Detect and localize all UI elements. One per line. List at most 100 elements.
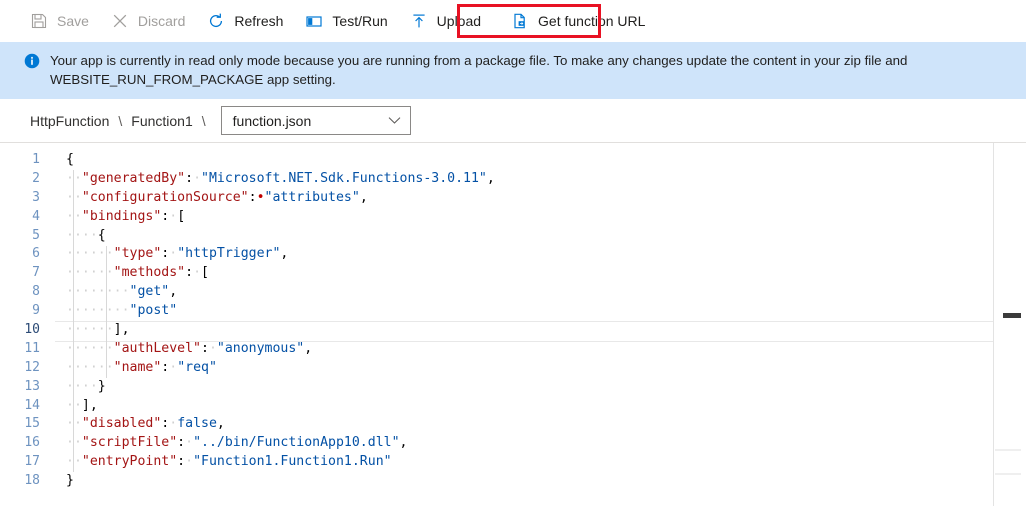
discard-button[interactable]: Discard xyxy=(107,5,194,37)
breadcrumb-separator-1: \ xyxy=(118,112,123,129)
token-key: "methods" xyxy=(113,265,186,281)
code-line[interactable]: 17··"entryPoint":·"Function1.Function1.R… xyxy=(0,453,1026,472)
token-ws: · xyxy=(169,246,178,262)
line-number: 9 xyxy=(32,303,40,319)
token-ws: · xyxy=(169,208,178,224)
code-line[interactable]: 5 ····{ xyxy=(0,227,1026,246)
code-line[interactable]: 11 ······"authLevel":·"anonymous", xyxy=(0,340,1026,359)
file-select-dropdown[interactable]: function.json xyxy=(220,106,411,135)
upload-button[interactable]: Upload xyxy=(406,5,490,37)
token-ws: ········ xyxy=(66,303,130,319)
token-str: "../bin/FunctionApp10.dll" xyxy=(193,435,400,451)
code-line[interactable]: 6 ······"type":·"httpTrigger", xyxy=(0,245,1026,264)
code-line[interactable]: 8 ········"get", xyxy=(0,283,1026,302)
file-select-value: function.json xyxy=(232,112,312,129)
token-ws: · xyxy=(169,416,178,432)
vertical-scrollbar-thumb[interactable] xyxy=(1003,313,1021,318)
code-line[interactable]: 3 ··"configurationSource":•"attributes", xyxy=(0,189,1026,208)
line-number: 15 xyxy=(24,416,40,432)
line-number: 17 xyxy=(24,454,40,470)
token-str: "get" xyxy=(129,284,170,300)
breadcrumb-function-name[interactable]: Function1 xyxy=(131,113,192,129)
token-str: "post" xyxy=(129,303,178,319)
editor-right-divider xyxy=(993,143,994,506)
line-number: 18 xyxy=(24,473,40,489)
line-number: 14 xyxy=(24,397,40,413)
save-button[interactable]: Save xyxy=(26,5,98,37)
code-line[interactable]: 18} xyxy=(0,472,1026,491)
token-str: "attributes" xyxy=(264,189,360,205)
test-run-button[interactable]: Test/Run xyxy=(301,5,396,37)
test-run-icon xyxy=(304,11,324,31)
token-pun: [ xyxy=(177,208,186,224)
code-line[interactable]: 4··"bindings":·[ xyxy=(0,208,1026,227)
token-ws: · xyxy=(185,454,194,470)
discard-icon xyxy=(110,11,130,31)
refresh-icon xyxy=(206,11,226,31)
line-content: { xyxy=(46,151,74,170)
token-pun: } xyxy=(97,378,106,394)
token-ws: · xyxy=(193,265,202,281)
token-pun: } xyxy=(66,473,74,489)
token-ws: · xyxy=(193,170,202,186)
code-line[interactable]: 13 ····} xyxy=(0,378,1026,397)
code-lines[interactable]: 1{2··"generatedBy":·"Microsoft.NET.Sdk.F… xyxy=(0,143,1026,491)
test-run-label: Test/Run xyxy=(332,13,388,29)
upload-label: Upload xyxy=(436,13,482,29)
token-key: "authLevel" xyxy=(113,340,201,356)
token-key: "type" xyxy=(113,246,162,262)
indent-guide xyxy=(73,169,74,473)
token-pun: : xyxy=(185,265,194,281)
minimap-band-upper xyxy=(995,449,1021,451)
line-content: ··"scriptFile":·"../bin/FunctionApp10.dl… xyxy=(46,434,407,453)
line-content: ······"type":·"httpTrigger", xyxy=(46,245,288,264)
code-line[interactable]: 16··"scriptFile":·"../bin/FunctionApp10.… xyxy=(0,434,1026,453)
token-pun: [ xyxy=(201,265,209,281)
line-content: ······"authLevel":·"anonymous", xyxy=(46,340,312,359)
code-line[interactable]: 10 ······], xyxy=(0,321,1026,342)
line-content: ········"get", xyxy=(46,283,177,302)
token-str: "httpTrigger" xyxy=(177,246,281,262)
token-pun: , xyxy=(216,416,225,432)
line-content: ······"name":·"req" xyxy=(46,359,217,378)
command-toolbar: Save Discard Refresh Test/Run Upload Get… xyxy=(0,0,1026,42)
line-number: 10 xyxy=(24,322,40,338)
code-line[interactable]: 14 ··], xyxy=(0,397,1026,416)
refresh-label: Refresh xyxy=(234,13,284,29)
token-ws: · xyxy=(208,340,217,356)
line-number: 5 xyxy=(32,227,40,243)
minimap-band-lower xyxy=(995,473,1021,475)
token-pun: ], xyxy=(113,322,130,338)
token-pun: : xyxy=(177,435,186,451)
breadcrumb-separator-2: \ xyxy=(201,112,206,129)
token-str: "anonymous" xyxy=(216,340,305,356)
code-line[interactable]: 7 ······"methods":·[ xyxy=(0,264,1026,283)
token-pun: : xyxy=(200,340,209,356)
token-key: "entryPoint" xyxy=(81,454,178,470)
refresh-button[interactable]: Refresh xyxy=(203,5,292,37)
get-function-url-button[interactable]: Get function URL xyxy=(507,5,654,37)
token-pun: , xyxy=(359,189,368,205)
breadcrumb-app-name[interactable]: HttpFunction xyxy=(30,113,109,129)
code-line[interactable]: 12 ······"name":·"req" xyxy=(0,359,1026,378)
line-content: ····{ xyxy=(46,227,106,246)
code-line[interactable]: 2··"generatedBy":·"Microsoft.NET.Sdk.Fun… xyxy=(0,170,1026,189)
code-editor[interactable]: 1{2··"generatedBy":·"Microsoft.NET.Sdk.F… xyxy=(0,143,1026,506)
code-line[interactable]: 1{ xyxy=(0,151,1026,170)
token-str: "Function1.Function1.Run" xyxy=(193,454,392,470)
line-content: ······], xyxy=(46,321,130,340)
code-line[interactable]: 9 ········"post" xyxy=(0,302,1026,321)
get-url-icon xyxy=(510,11,530,31)
line-content: ··"configurationSource":•"attributes", xyxy=(46,189,368,208)
token-bool: false xyxy=(177,416,217,432)
token-key: "bindings" xyxy=(81,208,162,224)
line-number: 2 xyxy=(32,170,40,186)
line-number: 3 xyxy=(32,189,40,205)
token-pun: { xyxy=(97,227,106,243)
line-number: 6 xyxy=(32,246,40,262)
upload-icon xyxy=(409,11,429,31)
code-line[interactable]: 15··"disabled":·false, xyxy=(0,415,1026,434)
token-pun: : xyxy=(248,189,257,205)
line-content: ····} xyxy=(46,378,106,397)
line-content: ········"post" xyxy=(46,302,177,321)
